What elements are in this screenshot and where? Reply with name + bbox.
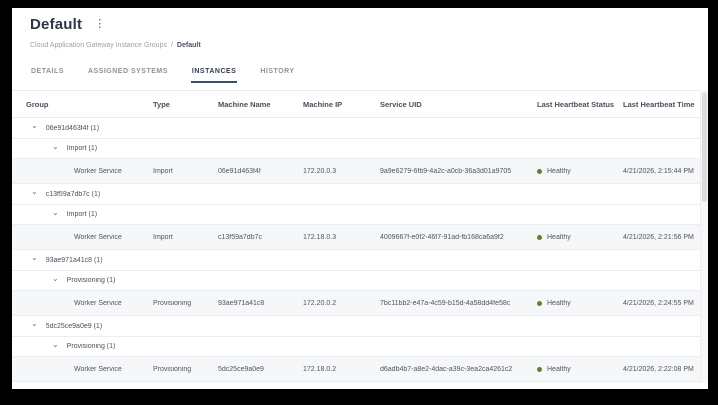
kebab-menu-icon[interactable]: ⋮ <box>92 17 107 32</box>
status-healthy-icon <box>537 234 542 240</box>
column-header-type: Type <box>153 99 170 109</box>
tab-bar: DETAILS ASSIGNED SYSTEMS INSTANCES HISTORY <box>30 64 296 83</box>
group-name-label: 93ae971a41c8 (1) <box>45 256 103 264</box>
group-name-label: 06e91d463f4f (1) <box>45 124 100 132</box>
status-healthy-icon <box>537 168 542 174</box>
instance-row[interactable]: Worker Service Provisioning 5dc25ce9a0e9 17… <box>12 357 700 382</box>
breadcrumb-parent[interactable]: Cloud Application Gateway Instance Group… <box>30 42 167 49</box>
instance-row[interactable]: Worker Service Import c13f59a7db7c 172.18.0… <box>12 225 700 250</box>
status-label: Healthy <box>547 365 571 373</box>
subgroup-name-label: Import (1) <box>66 145 98 152</box>
heartbeat-status-cell: Healthy <box>537 366 623 373</box>
column-header-last-heartbeat-status: Last Heartbeat Status <box>537 99 615 109</box>
subgroup-name-label: Provisioning (1) <box>66 343 116 350</box>
tab-instances[interactable]: INSTANCES <box>190 64 238 83</box>
status-label: Healthy <box>547 299 571 307</box>
heartbeat-time-cell: 4/21/2026, 2:22:08 PM <box>623 365 694 373</box>
subgroup-name-label: Provisioning (1) <box>66 277 116 284</box>
instance-name-cell: Worker Service <box>74 167 122 175</box>
instance-row[interactable]: Worker Service Provisioning 93ae971a41c8 17… <box>12 291 700 316</box>
group-row[interactable]: ⌄ 93ae971a41c8 (1) <box>12 250 700 271</box>
group-name: ⌄ c13f59a7db7c (1) <box>31 190 101 198</box>
tab-history[interactable]: HISTORY <box>259 64 295 83</box>
status-healthy-icon <box>537 300 542 306</box>
group-name: ⌄ 5dc25ce9a0e9 (1) <box>31 322 103 330</box>
type-cell: Provisioning <box>153 299 192 307</box>
subgroup-row[interactable]: ⌄ Import (1) <box>12 139 700 159</box>
heartbeat-time-cell: 4/21/2026, 2:24:55 PM <box>623 299 694 307</box>
heartbeat-time-cell: 4/21/2026, 2:15:44 PM <box>623 167 694 175</box>
machine-ip-cell: 172.18.0.2 <box>303 365 337 373</box>
group-name-label: 5dc25ce9a0e9 (1) <box>45 322 103 330</box>
machine-name-cell: 93ae971a41c8 <box>218 299 265 307</box>
table-body: ⌄ 06e91d463f4f (1) ⌄ Import (1) Worker Servi… <box>12 118 700 382</box>
instance-name-cell: Worker Service <box>74 299 122 307</box>
subgroup-name: ⌄ Provisioning (1) <box>52 277 116 284</box>
service-uid-cell: 9a9e6279-6fb9-4a2c-a0cb-36a3d01a9705 <box>380 167 512 175</box>
type-cell: Provisioning <box>153 365 192 373</box>
breadcrumb-current: Default <box>176 42 201 49</box>
tab-details[interactable]: DETAILS <box>30 64 65 83</box>
type-cell: Import <box>153 167 173 175</box>
column-header-service-uid: Service UID <box>380 99 422 109</box>
instance-name-cell: Worker Service <box>74 233 122 241</box>
group-name-label: c13f59a7db7c (1) <box>45 190 101 198</box>
breadcrumb-separator: / <box>170 42 173 49</box>
table-header-row: Group Type Machine Name Machine IP Service U… <box>12 90 700 118</box>
subgroup-row[interactable]: ⌄ Provisioning (1) <box>12 337 700 357</box>
group-row[interactable]: ⌄ 5dc25ce9a0e9 (1) <box>12 316 700 337</box>
status-label: Healthy <box>547 167 571 175</box>
instance-name-cell: Worker Service <box>74 365 122 373</box>
title-bar: Default ⋮ <box>30 16 107 33</box>
heartbeat-status-cell: Healthy <box>537 168 623 175</box>
subgroup-name-label: Import (1) <box>66 211 98 218</box>
tab-assigned-systems[interactable]: ASSIGNED SYSTEMS <box>87 64 169 83</box>
machine-ip-cell: 172.20.0.3 <box>303 167 337 175</box>
status-healthy-icon <box>537 366 542 372</box>
heartbeat-status-cell: Healthy <box>537 300 623 307</box>
machine-ip-cell: 172.20.0.2 <box>303 299 337 307</box>
instances-table: Group Type Machine Name Machine IP Service U… <box>12 90 700 382</box>
vertical-scrollbar[interactable] <box>700 90 708 383</box>
machine-ip-cell: 172.18.0.3 <box>303 233 337 241</box>
subgroup-name: ⌄ Provisioning (1) <box>52 343 116 350</box>
app-window: Default ⋮ Cloud Application Gateway Inst… <box>12 8 708 389</box>
instance-row[interactable]: Worker Service Import 06e91d463f4f 172.20.0… <box>12 159 700 184</box>
group-name: ⌄ 93ae971a41c8 (1) <box>31 256 103 264</box>
status-label: Healthy <box>547 233 571 241</box>
subgroup-name: ⌄ Import (1) <box>52 211 98 218</box>
service-uid-cell: d6adb4b7-a8e2-4dac-a39c-3ea2ca4261c2 <box>380 365 513 373</box>
machine-name-cell: c13f59a7db7c <box>218 233 262 241</box>
scrollbar-thumb[interactable] <box>702 92 707 202</box>
group-row[interactable]: ⌄ 06e91d463f4f (1) <box>12 118 700 139</box>
heartbeat-time-cell: 4/21/2026, 2:21:56 PM <box>623 233 694 241</box>
page-title: Default <box>30 16 83 33</box>
group-name: ⌄ 06e91d463f4f (1) <box>31 124 100 132</box>
machine-name-cell: 06e91d463f4f <box>218 167 261 175</box>
group-row[interactable]: ⌄ c13f59a7db7c (1) <box>12 184 700 205</box>
subgroup-name: ⌄ Import (1) <box>52 145 98 152</box>
column-header-last-heartbeat-time: Last Heartbeat Time <box>623 99 695 109</box>
service-uid-cell: 7bc11bb2-e47a-4c59-b15d-4a58dd4fe58c <box>380 299 511 307</box>
column-header-machine-name: Machine Name <box>218 99 271 109</box>
column-header-group: Group <box>26 99 49 109</box>
column-header-machine-ip: Machine IP <box>303 99 343 109</box>
service-uid-cell: 4009667f-e0f2-46f7-91ad-fb168ca6a9f2 <box>380 233 504 241</box>
machine-name-cell: 5dc25ce9a0e9 <box>218 365 264 373</box>
heartbeat-status-cell: Healthy <box>537 234 623 241</box>
type-cell: Import <box>153 233 173 241</box>
subgroup-row[interactable]: ⌄ Provisioning (1) <box>12 271 700 291</box>
subgroup-row[interactable]: ⌄ Import (1) <box>12 205 700 225</box>
breadcrumb: Cloud Application Gateway Instance Group… <box>30 42 201 49</box>
